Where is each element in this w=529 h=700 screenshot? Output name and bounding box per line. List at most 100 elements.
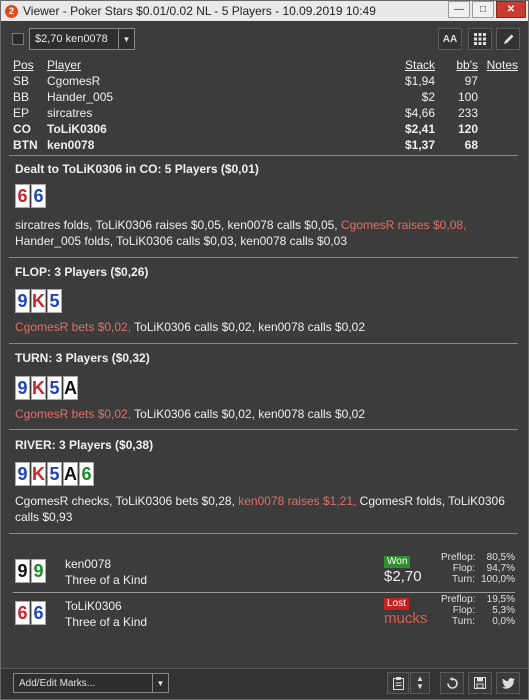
card: 9 <box>15 289 30 313</box>
turn-actions: CgomesR bets $0,02, ToLiK0306 calls $0,0… <box>15 406 515 422</box>
maximize-icon[interactable]: □ <box>472 1 494 18</box>
stat-label: Turn: <box>452 616 475 627</box>
replay-icon[interactable] <box>440 672 464 694</box>
stat-value: 5,3% <box>492 605 515 616</box>
player-name: CgomesR <box>47 74 101 88</box>
player-select-value: $2,70 ken0078 <box>35 33 108 45</box>
flop-actions: CgomesR bets $0,02, ToLiK0306 calls $0,0… <box>15 319 515 335</box>
river-actions: CgomesR checks, ToLiK0306 bets $0,28, ke… <box>15 493 515 525</box>
player-stack: $2 <box>421 90 435 104</box>
river-raise-text: ken0078 raises $1,21, <box>238 494 357 508</box>
turn-title: TURN: 3 Players ($0,32) <box>15 351 150 365</box>
chevron-down-icon[interactable]: ▼ <box>118 29 134 49</box>
grid-icon[interactable] <box>468 28 492 50</box>
stat-label: Flop: <box>452 563 475 574</box>
divider <box>9 429 518 430</box>
save-icon[interactable] <box>468 672 492 694</box>
turn-action-text: ToLiK0306 calls $0,02, ken0078 calls $0,… <box>131 407 366 421</box>
preflop-action-text: sircatres folds, ToLiK0306 raises $0,05,… <box>15 218 341 232</box>
clipboard-icon[interactable] <box>387 672 409 694</box>
player-select[interactable]: $2,70 ken0078 ▼ <box>29 28 135 50</box>
winner-equity-stats: Preflop: 80,5% Flop: 94,7% Turn: 100,0% <box>441 552 515 585</box>
stat-value: 94,7% <box>486 563 515 574</box>
winner-info: ken0078 Three of a Kind <box>65 556 147 588</box>
card: K <box>31 462 46 486</box>
player-row[interactable]: BB Hander_005 $2 100 <box>13 89 518 105</box>
pencil-icon[interactable] <box>496 28 520 50</box>
stat-label: Turn: <box>452 574 475 585</box>
minimize-icon[interactable]: — <box>448 1 470 18</box>
font-size-button[interactable]: AA <box>438 28 462 50</box>
player-row[interactable]: SB CgomesR $1,94 97 <box>13 73 518 89</box>
player-name: ken0078 <box>47 138 95 152</box>
river-cards: 9 K 5 A 6 <box>15 462 95 486</box>
twitter-icon[interactable] <box>496 672 520 694</box>
preflop-actions: sircatres folds, ToLiK0306 raises $0,05,… <box>15 217 515 249</box>
loser-equity-stats: Preflop: 19,5% Flop: 5,3% Turn: 0,0% <box>441 594 515 627</box>
card: 6 <box>31 184 46 208</box>
river-action-text-2: CgomesR folds, ToLiK0306 <box>356 494 505 508</box>
winner-cards: 9 9 <box>15 559 47 583</box>
player-pos: EP <box>13 106 30 120</box>
river-title: RIVER: 3 Players ($0,38) <box>15 438 154 452</box>
stat-label: Preflop: <box>441 594 476 605</box>
player-bbs: 120 <box>457 122 478 136</box>
card: 5 <box>47 289 62 313</box>
card: K <box>31 376 46 400</box>
player-bbs: 100 <box>457 90 478 104</box>
flop-bet-text: CgomesR bets $0,02, <box>15 320 132 334</box>
player-row[interactable]: CO ToLiK0306 $2,41 120 <box>13 121 518 137</box>
player-row[interactable]: EP sircatres $4,66 233 <box>13 105 518 121</box>
header-bbs[interactable]: bb's <box>456 57 478 73</box>
divider <box>9 343 518 344</box>
river-action-text-3: calls $0,93 <box>15 510 73 524</box>
player-name: Hander_005 <box>47 90 114 104</box>
close-icon[interactable]: ✕ <box>496 1 526 18</box>
lost-amount: mucks <box>384 610 428 627</box>
header-pos[interactable]: Pos <box>13 57 34 73</box>
hole-cards: 6 6 <box>15 184 47 208</box>
divider <box>9 533 518 534</box>
stat-label: Preflop: <box>441 552 476 563</box>
updown-icon[interactable]: ▲ ▼ <box>410 672 430 694</box>
header-player[interactable]: Player <box>47 57 81 73</box>
card: A <box>63 462 78 486</box>
player-stack: $2,41 <box>404 122 435 136</box>
stat-label: Flop: <box>452 605 475 616</box>
preflop-action-text-2: Hander_005 folds, ToLiK0306 calls $0,03,… <box>15 234 348 248</box>
player-name: ToLiK0306 <box>47 122 107 136</box>
window-title: Viewer - Poker Stars $0.01/0.02 NL - 5 P… <box>23 4 376 18</box>
card: 9 <box>15 559 30 583</box>
card: A <box>63 376 78 400</box>
result-divider <box>13 592 515 593</box>
toolbar: $2,70 ken0078 ▼ AA <box>5 26 524 52</box>
lost-badge: Lost <box>384 598 409 610</box>
chevron-down-icon[interactable]: ▼ <box>152 674 168 692</box>
turn-bet-text: CgomesR bets $0,02, <box>15 407 132 421</box>
players-header-row: Pos Player Stack bb's Notes <box>13 57 518 73</box>
player-row[interactable]: BTN ken0078 $1,37 68 <box>13 137 518 153</box>
stat-value: 100,0% <box>481 574 515 585</box>
stat-value: 19,5% <box>486 594 515 605</box>
header-notes[interactable]: Notes <box>487 57 518 73</box>
card: 6 <box>15 601 30 625</box>
stat-value: 80,5% <box>486 552 515 563</box>
player-stack: $1,94 <box>404 74 435 88</box>
river-action-text: CgomesR checks, ToLiK0306 bets $0,28, <box>15 494 239 508</box>
player-pos: BTN <box>13 138 38 152</box>
header-stack[interactable]: Stack <box>405 57 435 73</box>
app-icon: 2 <box>5 4 18 18</box>
players-table: Pos Player Stack bb's Notes SB CgomesR $… <box>13 57 518 153</box>
flop-title: FLOP: 3 Players ($0,26) <box>15 265 149 279</box>
marks-select-value: Add/Edit Marks... <box>19 677 96 689</box>
marks-select[interactable]: Add/Edit Marks... ▼ <box>13 673 169 693</box>
loser-hand: Three of a Kind <box>65 615 148 629</box>
player-pos: SB <box>13 74 30 88</box>
loser-info: ToLiK0306 Three of a Kind <box>65 598 147 630</box>
card: 9 <box>15 462 30 486</box>
player-bbs: 97 <box>464 74 478 88</box>
flop-action-text: ToLiK0306 calls $0,02, ken0078 calls $0,… <box>131 320 366 334</box>
player-stack: $4,66 <box>404 106 435 120</box>
select-checkbox[interactable] <box>12 33 24 45</box>
turn-cards: 9 K 5 A <box>15 376 79 400</box>
